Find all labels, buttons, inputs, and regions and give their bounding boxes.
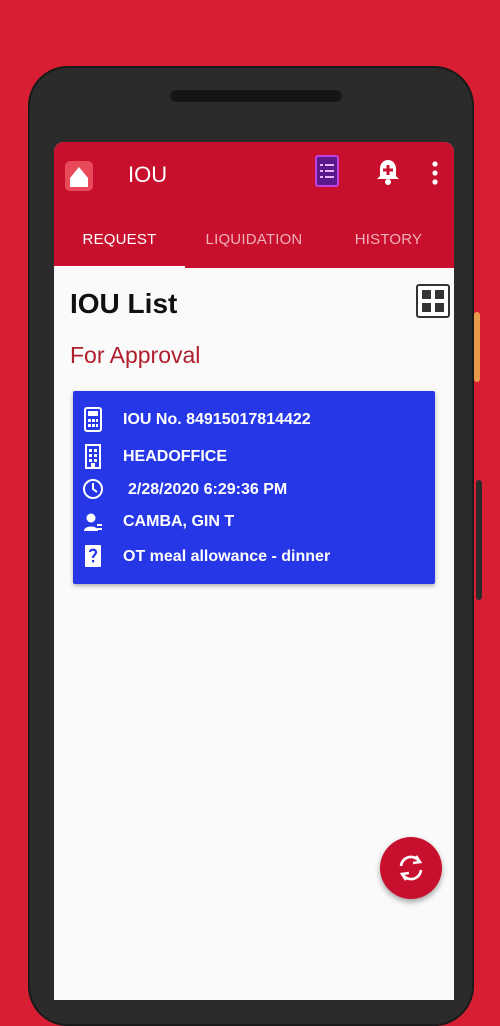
card-row-employee: CAMBA, GIN T [73,509,435,537]
card-row-iou-number: IOU No. 84915017814422 [73,407,435,435]
person-icon [84,513,102,531]
grid-view-icon [422,290,444,312]
tab-indicator [54,266,185,269]
request-datetime: 2/28/2020 6:29:36 PM [128,481,288,498]
building-icon [85,444,101,469]
phone-side-button [476,480,482,600]
calculator-icon [84,407,102,432]
clock-icon [83,479,103,499]
question-icon [85,545,101,567]
list-document-icon[interactable] [314,154,340,188]
tab-history[interactable]: HISTORY [323,214,454,268]
iou-card[interactable]: IOU No. 84915017814422 HEADOFFICE 2/28/2… [73,391,435,584]
app-logo-icon [65,161,93,191]
refresh-button[interactable] [380,837,442,899]
grid-view-button[interactable] [416,284,450,318]
card-row-purpose: OT meal allowance - dinner [73,544,435,572]
tab-liquidation[interactable]: LIQUIDATION [185,214,323,268]
page-title: IOU List [70,288,178,319]
phone-speaker [170,90,342,102]
tab-request[interactable]: REQUEST [54,214,185,268]
card-row-datetime: 2/28/2020 6:29:36 PM [73,477,435,505]
app-screen: IOU REQUEST LIQUIDATION HISTORY IOU List [54,142,454,1000]
section-title: For Approval [70,342,201,368]
app-bar: IOU [54,142,454,214]
iou-number: IOU No. 84915017814422 [123,411,311,428]
tab-bar: REQUEST LIQUIDATION HISTORY [54,214,454,268]
more-vert-icon[interactable] [426,160,444,186]
bell-add-icon[interactable] [376,158,400,186]
office-name: HEADOFFICE [123,448,227,465]
phone-side-button [474,312,480,382]
iou-purpose: OT meal allowance - dinner [123,548,331,565]
card-row-office: HEADOFFICE [73,444,435,472]
employee-name: CAMBA, GIN T [123,513,235,530]
app-title: IOU [128,162,168,187]
refresh-icon [399,855,423,881]
